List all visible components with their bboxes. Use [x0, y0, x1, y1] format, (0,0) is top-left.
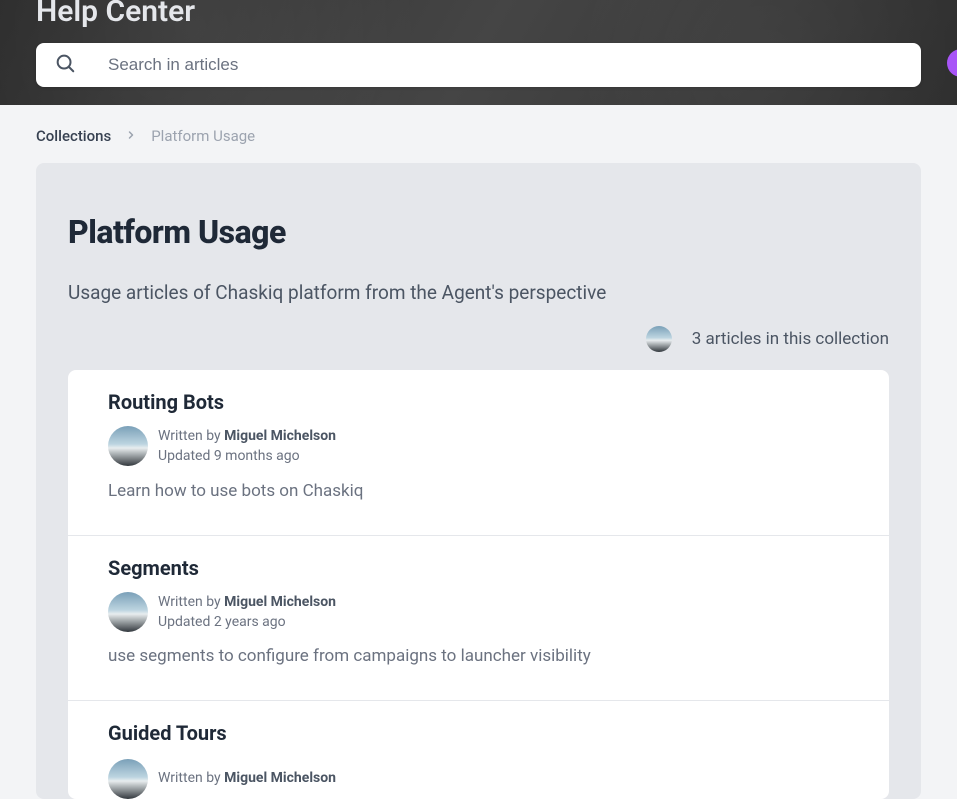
- byline-text: Written by Miguel Michelson: [158, 768, 336, 788]
- search-icon: [54, 52, 76, 78]
- updated-label: Updated 9 months ago: [158, 446, 336, 466]
- avatar: [108, 759, 148, 799]
- written-by-label: Written by: [158, 594, 224, 610]
- search-bar[interactable]: [36, 43, 921, 87]
- collection-meta: 3 articles in this collection: [68, 326, 889, 352]
- search-input[interactable]: [108, 55, 903, 75]
- breadcrumb-current: Platform Usage: [151, 127, 255, 145]
- article-byline: Written by Miguel Michelson Updated 2 ye…: [108, 592, 849, 633]
- article-list: Routing Bots Written by Miguel Michelson…: [68, 370, 889, 799]
- article-byline: Written by Miguel Michelson Updated 9 mo…: [108, 426, 849, 467]
- breadcrumb: Collections Platform Usage: [0, 105, 957, 163]
- author-name: Miguel Michelson: [224, 770, 336, 786]
- article-card[interactable]: Routing Bots Written by Miguel Michelson…: [68, 370, 889, 536]
- article-card[interactable]: Guided Tours Written by Miguel Michelson: [68, 701, 889, 799]
- byline-text: Written by Miguel Michelson Updated 9 mo…: [158, 426, 336, 467]
- page-title: Platform Usage: [68, 213, 889, 251]
- updated-label: Updated 2 years ago: [158, 612, 336, 632]
- byline-text: Written by Miguel Michelson Updated 2 ye…: [158, 592, 336, 633]
- page-description: Usage articles of Chaskiq platform from …: [68, 281, 889, 304]
- chevron-right-icon: [125, 127, 137, 145]
- article-byline: Written by Miguel Michelson: [108, 757, 849, 799]
- breadcrumb-root[interactable]: Collections: [36, 127, 111, 145]
- article-card[interactable]: Segments Written by Miguel Michelson Upd…: [68, 536, 889, 702]
- site-title: Help Center: [36, 0, 921, 29]
- avatar: [108, 426, 148, 466]
- author-name: Miguel Michelson: [224, 594, 336, 610]
- collection-panel: Platform Usage Usage articles of Chaskiq…: [36, 163, 921, 799]
- avatar: [108, 592, 148, 632]
- avatar: [646, 326, 672, 352]
- author-name: Miguel Michelson: [224, 428, 336, 444]
- article-title: Guided Tours: [108, 721, 849, 745]
- article-title: Routing Bots: [108, 390, 849, 414]
- written-by-label: Written by: [158, 770, 224, 786]
- article-description: Learn how to use bots on Chaskiq: [108, 481, 849, 501]
- article-count: 3 articles in this collection: [692, 329, 889, 349]
- article-title: Segments: [108, 556, 849, 580]
- written-by-label: Written by: [158, 428, 224, 444]
- article-description: use segments to configure from campaigns…: [108, 646, 849, 666]
- hero-banner: Help Center: [0, 0, 957, 105]
